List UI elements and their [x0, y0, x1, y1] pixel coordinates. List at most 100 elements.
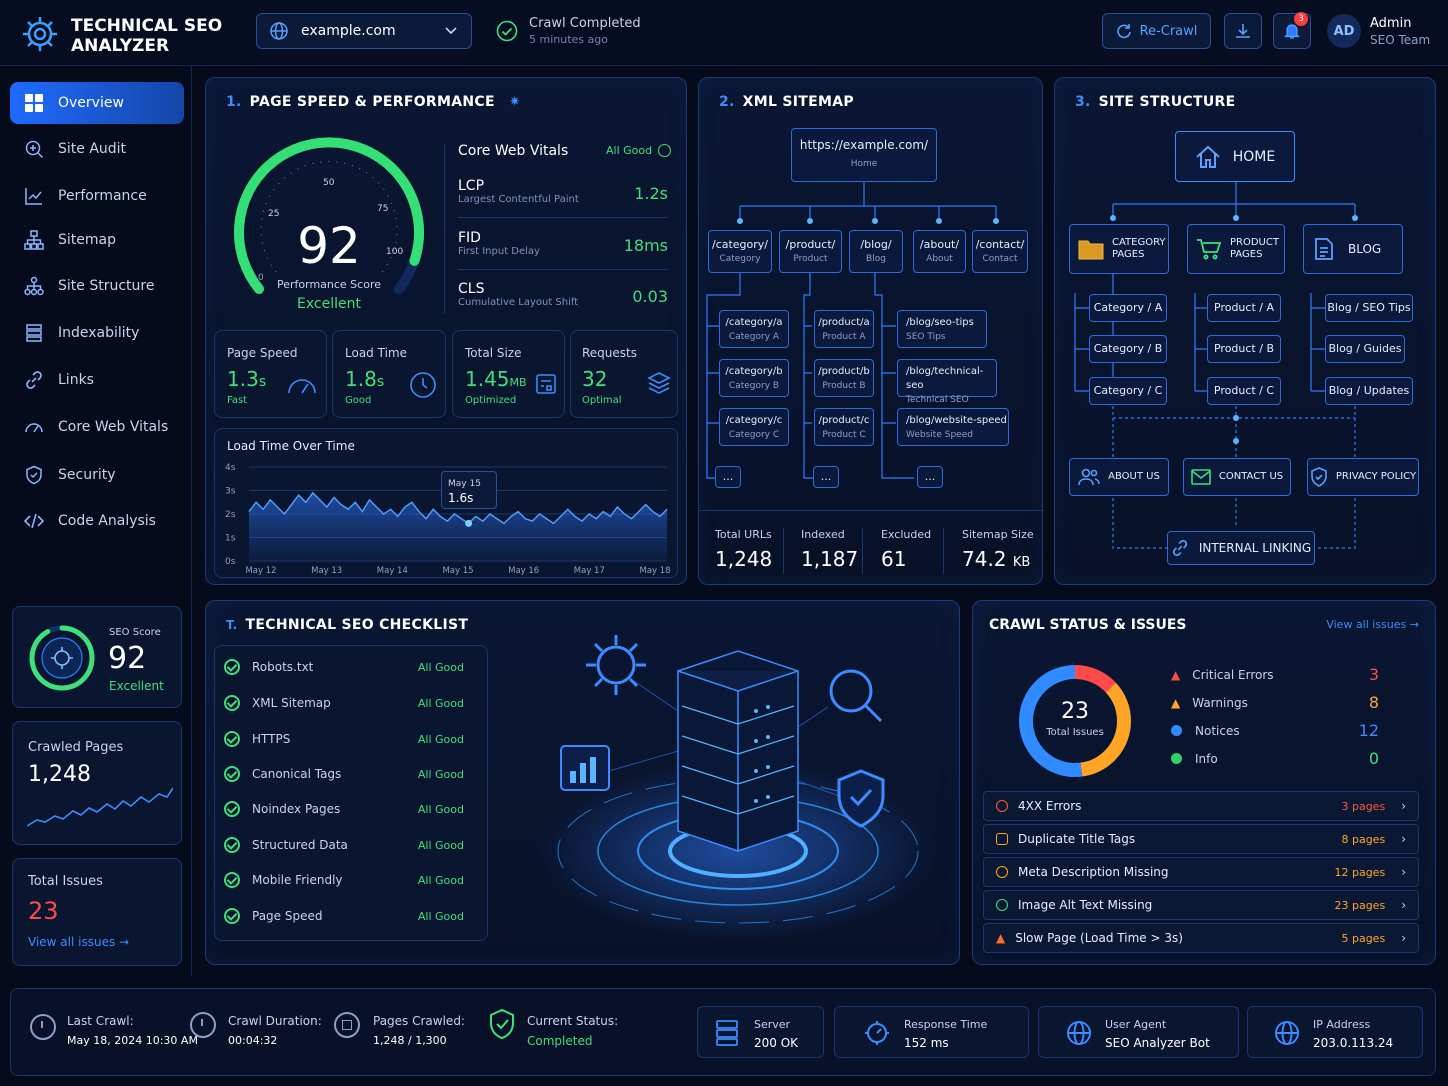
total-issues-value: 23: [28, 897, 59, 925]
pages-icon: [334, 1012, 360, 1038]
chevron-right-icon: ›: [1401, 832, 1406, 846]
sitemap-node-blog[interactable]: /blog/Blog: [849, 230, 903, 273]
structure-group-product[interactable]: PRODUCT PAGES: [1187, 224, 1285, 274]
load-time-chart-card: Load Time Over Time 0s 1s 2s 3s 4s May 12 May …: [214, 428, 678, 578]
seo-score-label: SEO Score: [109, 627, 161, 638]
database-icon: [26, 324, 42, 342]
sitemap-node-blog-seo-tips[interactable]: /blog/seo-tips SEO Tips: [897, 310, 987, 348]
user-role: SEO Team: [1370, 33, 1431, 47]
chart-title: Load Time Over Time: [227, 439, 355, 453]
sitemap-node-product-a[interactable]: /product/a Product A: [814, 310, 874, 348]
stat-total-size: Total Size 1.45MB Optimized: [452, 330, 565, 418]
warning-icon: ▲: [1171, 695, 1181, 710]
structure-item[interactable]: Category / A: [1089, 294, 1167, 322]
user-info[interactable]: Admin SEO Team: [1370, 15, 1430, 49]
vital-lcp: LCP Largest Contentful Paint 1.2s: [458, 178, 668, 218]
view-all-issues-link[interactable]: View all issues →: [28, 935, 129, 949]
seo-score-rating: Excellent: [109, 679, 164, 693]
chart-tooltip: May 15 1.6s: [441, 471, 497, 509]
view-all-issues-link[interactable]: View all issues →: [1326, 618, 1419, 631]
structure-item[interactable]: Product / B: [1207, 335, 1281, 363]
sitemap-node-category-c[interactable]: /category/c Category C: [719, 408, 789, 446]
gauge-tick: 50: [323, 178, 335, 188]
code-icon: [24, 513, 44, 529]
checklist-item-xml-sitemap[interactable]: XML Sitemap All Good: [224, 695, 464, 711]
sitemap-node-blog-website-speed[interactable]: /blog/website-speed Website Speed: [897, 408, 1009, 446]
user-name: Admin: [1370, 16, 1412, 31]
checklist-item-structured-data[interactable]: Structured Data All Good: [224, 837, 464, 853]
checklist-item-canonical[interactable]: Canonical Tags All Good: [224, 766, 464, 782]
notifications-button[interactable]: 3: [1273, 12, 1311, 49]
sitemap-node-product-b[interactable]: /product/b Product B: [814, 359, 874, 397]
sitemap-more[interactable]: ...: [715, 466, 741, 488]
checklist-item-https[interactable]: HTTPS All Good: [224, 731, 464, 747]
tooltip-date: May 15: [448, 479, 481, 489]
sidebar-item-code-analysis[interactable]: Code Analysis: [10, 500, 184, 542]
alert-icon: [996, 866, 1008, 878]
structure-icon: [24, 276, 44, 296]
download-button[interactable]: [1224, 13, 1262, 49]
sitemap-node-blog-technical-seo[interactable]: /blog/technical-seo Technical SEO: [897, 359, 997, 405]
sitemap-node-category-b[interactable]: /category/b Category B: [719, 359, 789, 397]
issue-row-alt-missing[interactable]: Image Alt Text Missing 23 pages ›: [983, 890, 1419, 920]
sitemap-root-node[interactable]: https://example.com/ Home: [791, 128, 937, 182]
stat-load-time: Load Time 1.8s Good: [332, 330, 446, 418]
sitemap-more[interactable]: ...: [917, 466, 943, 488]
structure-item[interactable]: Product / A: [1207, 294, 1281, 322]
sitemap-node-category[interactable]: /category/Category: [708, 230, 772, 273]
crawled-pages-label: Crawled Pages: [28, 740, 124, 755]
structure-group-blog[interactable]: BLOG: [1303, 224, 1403, 274]
issue-row-4xx[interactable]: 4XX Errors 3 pages ›: [983, 791, 1419, 821]
sidebar-item-performance[interactable]: Performance: [10, 175, 184, 217]
domain-select[interactable]: example.com: [256, 13, 472, 49]
sidebar-item-security[interactable]: Security: [10, 454, 184, 496]
checklist-item-mobile[interactable]: Mobile Friendly All Good: [224, 872, 464, 888]
issue-row-duplicate-titles[interactable]: Duplicate Title Tags 8 pages ›: [983, 824, 1419, 854]
structure-privacy-policy[interactable]: PRIVACY POLICY: [1307, 458, 1419, 496]
vital-cls: CLS Cumulative Layout Shift 0.03: [458, 281, 668, 321]
app-title-line1: TECHNICAL SEO: [71, 16, 223, 36]
notification-badge: 3: [1294, 12, 1308, 26]
checklist-item-noindex[interactable]: Noindex Pages All Good: [224, 801, 464, 817]
issue-row-slow-page[interactable]: ▲ Slow Page (Load Time > 3s) 5 pages ›: [983, 923, 1419, 953]
x-tick-label: May 14: [377, 566, 408, 576]
chart-line-icon: [25, 188, 42, 205]
structure-home-node[interactable]: HOME: [1175, 131, 1295, 182]
sitemap-node-about[interactable]: /about/About: [913, 230, 966, 273]
sitemap-stats: [699, 510, 1044, 511]
structure-group-category[interactable]: CATEGORY PAGES: [1069, 224, 1169, 274]
sidebar-item-indexability[interactable]: Indexability: [10, 312, 184, 354]
stat-label: Total Size: [465, 346, 522, 360]
structure-item[interactable]: Blog / Guides: [1325, 335, 1405, 363]
sidebar-item-overview[interactable]: Overview: [10, 82, 184, 124]
sitemap-node-contact[interactable]: /contact/Contact: [972, 230, 1028, 273]
sidebar-item-core-web-vitals[interactable]: Core Web Vitals: [10, 406, 184, 448]
panel-number: T.: [226, 618, 238, 632]
structure-item[interactable]: Category / B: [1089, 335, 1167, 363]
structure-item[interactable]: Product / C: [1207, 377, 1281, 405]
checklist-item-robots[interactable]: Robots.txt All Good: [224, 659, 464, 675]
folder-icon: [1078, 240, 1104, 260]
sitemap-node-product[interactable]: /product/Product: [779, 230, 842, 273]
sitemap-node-category-a[interactable]: /category/a Category A: [719, 310, 789, 348]
highlight-point[interactable]: [465, 519, 473, 527]
structure-item[interactable]: Blog / SEO Tips: [1325, 294, 1413, 322]
sitemap-node-product-c[interactable]: /product/c Product C: [814, 408, 874, 446]
y-tick-label: 0s: [225, 557, 236, 567]
structure-item[interactable]: Category / C: [1089, 377, 1167, 405]
recrawl-button[interactable]: Re-Crawl: [1102, 13, 1211, 49]
avatar[interactable]: AD: [1327, 14, 1361, 48]
internal-linking-node[interactable]: INTERNAL LINKING: [1167, 531, 1315, 565]
issue-row-meta-missing[interactable]: Meta Description Missing 12 pages ›: [983, 857, 1419, 887]
sidebar-item-links[interactable]: Links: [10, 359, 184, 401]
stat-note: Optimized: [465, 395, 517, 406]
sitemap-more[interactable]: ...: [813, 466, 839, 488]
sidebar-item-site-structure[interactable]: Site Structure: [10, 265, 184, 307]
structure-about-us[interactable]: ABOUT US: [1069, 458, 1169, 496]
vital-value: 18ms: [623, 236, 668, 255]
sidebar-item-site-audit[interactable]: Site Audit: [10, 128, 184, 170]
checklist-item-page-speed[interactable]: Page Speed All Good: [224, 908, 464, 924]
structure-item[interactable]: Blog / Updates: [1325, 377, 1413, 405]
sidebar-item-sitemap[interactable]: Sitemap: [10, 219, 184, 261]
structure-contact-us[interactable]: CONTACT US: [1183, 458, 1291, 496]
